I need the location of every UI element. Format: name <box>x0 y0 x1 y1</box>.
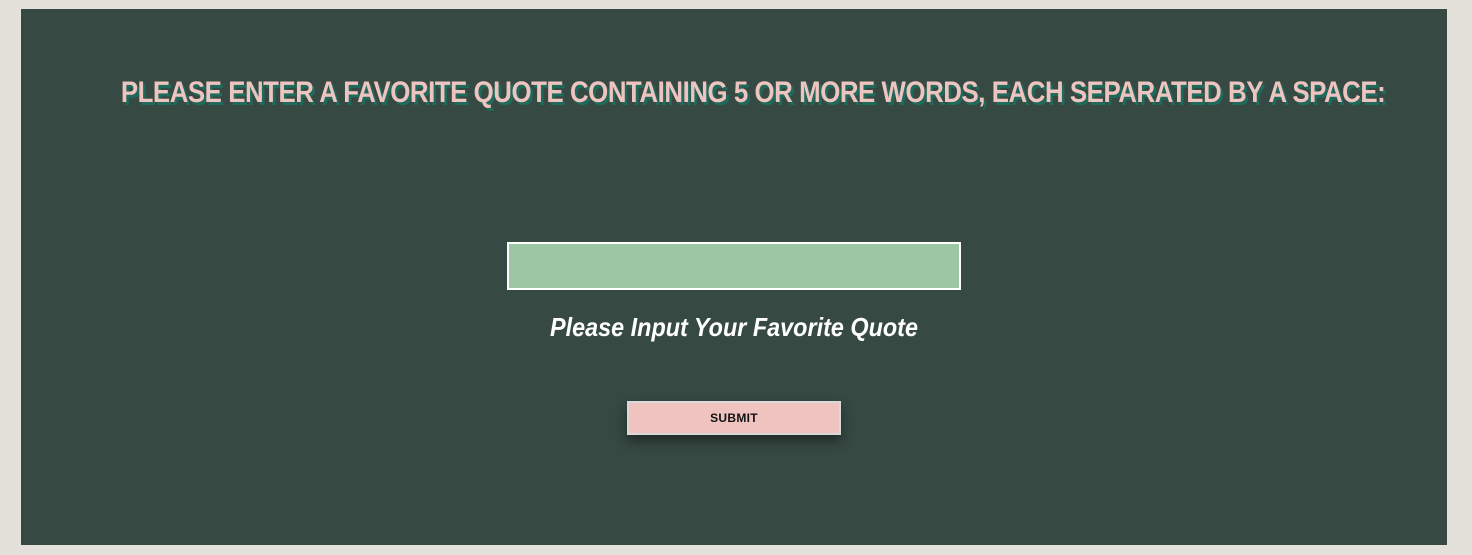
submit-button[interactable]: SUBMIT <box>627 401 841 435</box>
quote-input-label: Please Input Your Favorite Quote <box>550 312 918 342</box>
favorite-quote-input[interactable] <box>507 242 961 290</box>
page-heading: PLEASE ENTER A FAVORITE QUOTE CONTAINING… <box>120 76 1386 109</box>
main-panel: PLEASE ENTER A FAVORITE QUOTE CONTAINING… <box>21 9 1447 545</box>
